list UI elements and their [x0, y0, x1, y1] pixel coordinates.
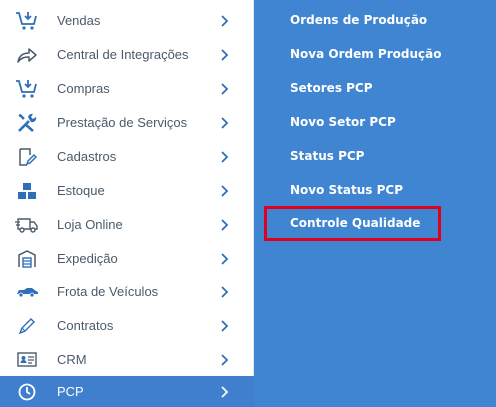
- clock-icon: [14, 380, 40, 404]
- sidebar-item-label: Compras: [57, 81, 110, 97]
- sidebar-item-vendas[interactable]: Vendas: [0, 4, 254, 38]
- sidebar-item-label: Frota de Veículos: [57, 284, 159, 300]
- share-arrow-icon: [14, 43, 40, 67]
- submenu-item-status-pcp[interactable]: Status PCP: [290, 149, 364, 163]
- sidebar-item-pcp[interactable]: PCP: [0, 376, 254, 407]
- submenu-item-ordens-producao[interactable]: Ordens de Produção: [290, 13, 427, 27]
- sidebar-item-loja-online[interactable]: Loja Online: [0, 208, 254, 242]
- sidebar-item-label: Loja Online: [57, 217, 123, 233]
- sidebar-item-expedicao[interactable]: Expedição: [0, 242, 254, 276]
- sidebar-item-label: Expedição: [57, 251, 118, 267]
- main-menu-sidebar: Vendas Central de Integrações Compras Pr…: [0, 0, 254, 407]
- chevron-right-icon: [220, 184, 230, 198]
- chevron-right-icon: [220, 285, 230, 299]
- boxes-icon: [14, 179, 40, 203]
- chevron-right-icon: [220, 82, 230, 96]
- pcp-submenu: Ordens de Produção Nova Ordem Produção S…: [254, 0, 496, 407]
- chevron-right-icon: [220, 218, 230, 232]
- chevron-right-icon: [220, 150, 230, 164]
- chevron-right-icon: [220, 252, 230, 266]
- chevron-right-icon: [220, 385, 230, 399]
- sidebar-item-frota-veiculos[interactable]: Frota de Veículos: [0, 275, 254, 309]
- sidebar-item-label: Cadastros: [57, 149, 117, 165]
- sidebar-item-compras[interactable]: Compras: [0, 72, 254, 106]
- submenu-item-novo-setor-pcp[interactable]: Novo Setor PCP: [290, 115, 396, 129]
- sidebar-item-label: Central de Integrações: [57, 47, 189, 63]
- tools-icon: [14, 111, 40, 135]
- cart-download-icon: [14, 9, 40, 33]
- sidebar-item-label: Contratos: [57, 318, 114, 334]
- submenu-item-controle-qualidade[interactable]: Controle Qualidade: [290, 216, 420, 230]
- sidebar-item-label: Estoque: [57, 183, 105, 199]
- submenu-item-nova-ordem-producao[interactable]: Nova Ordem Produção: [290, 47, 441, 61]
- chevron-right-icon: [220, 116, 230, 130]
- sidebar-item-estoque[interactable]: Estoque: [0, 174, 254, 208]
- delivery-truck-icon: [14, 213, 40, 237]
- sidebar-item-label: Vendas: [57, 13, 101, 29]
- sidebar-item-central-integracoes[interactable]: Central de Integrações: [0, 38, 254, 72]
- pen-icon: [14, 314, 40, 338]
- id-card-icon: [14, 348, 40, 372]
- sidebar-item-label: PCP: [57, 384, 84, 399]
- edit-document-icon: [14, 145, 40, 169]
- sidebar-item-label: Prestação de Serviços: [57, 115, 188, 131]
- sidebar-item-crm[interactable]: CRM: [0, 343, 254, 377]
- chevron-right-icon: [220, 14, 230, 28]
- cart-download-icon: [14, 77, 40, 101]
- submenu-item-setores-pcp[interactable]: Setores PCP: [290, 81, 373, 95]
- chevron-right-icon: [220, 319, 230, 333]
- sidebar-item-contratos[interactable]: Contratos: [0, 309, 254, 343]
- sidebar-item-prestacao-servicos[interactable]: Prestação de Serviços: [0, 106, 254, 140]
- sidebar-item-label: CRM: [57, 352, 87, 368]
- sidebar-item-cadastros[interactable]: Cadastros: [0, 140, 254, 174]
- submenu-item-novo-status-pcp[interactable]: Novo Status PCP: [290, 183, 403, 197]
- chevron-right-icon: [220, 353, 230, 367]
- chevron-right-icon: [220, 48, 230, 62]
- car-icon: [14, 280, 40, 304]
- warehouse-icon: [14, 247, 40, 271]
